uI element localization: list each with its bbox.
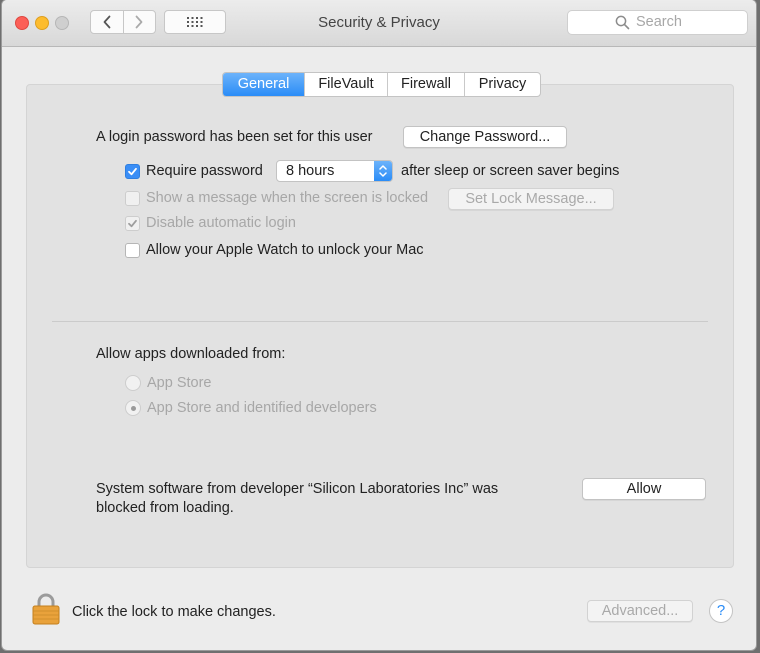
tab-general[interactable]: General	[223, 73, 304, 96]
tab-firewall[interactable]: Firewall	[387, 73, 464, 96]
search-field[interactable]: Search	[567, 10, 748, 35]
lock-text: Click the lock to make changes.	[72, 604, 276, 620]
blocked-software-text-line2: blocked from loading.	[96, 500, 234, 516]
blocked-software-text-line1: System software from developer “Silicon …	[96, 481, 499, 497]
require-password-delay-select[interactable]: 8 hours	[276, 160, 393, 182]
disable-auto-login-checkbox[interactable]	[125, 216, 140, 231]
tab-filevault[interactable]: FileVault	[304, 73, 387, 96]
lock-button[interactable]	[32, 593, 60, 629]
apple-watch-checkbox[interactable]	[125, 243, 140, 258]
search-placeholder: Search	[636, 14, 682, 30]
advanced-button[interactable]: Advanced...	[587, 600, 693, 622]
allow-button[interactable]: Allow	[582, 478, 706, 500]
require-password-label: Require password	[146, 163, 263, 179]
tab-privacy[interactable]: Privacy	[464, 73, 540, 96]
stepper-arrows-icon	[374, 161, 392, 181]
radio-app-store[interactable]	[125, 375, 141, 391]
search-icon	[615, 15, 630, 30]
preferences-window: Security & Privacy Search General FileVa…	[2, 0, 756, 650]
login-password-text: A login password has been set for this u…	[96, 129, 373, 145]
radio-identified-developers[interactable]	[125, 400, 141, 416]
change-password-button[interactable]: Change Password...	[403, 126, 567, 148]
apple-watch-label: Allow your Apple Watch to unlock your Ma…	[146, 242, 424, 258]
radio-app-store-label: App Store	[147, 375, 212, 391]
tab-bar: General FileVault Firewall Privacy	[222, 72, 541, 97]
show-message-checkbox[interactable]	[125, 191, 140, 206]
checkmark-icon	[128, 167, 137, 176]
require-password-checkbox[interactable]	[125, 164, 140, 179]
disable-auto-login-label: Disable automatic login	[146, 215, 296, 231]
title-bar: Security & Privacy Search	[2, 0, 756, 47]
lock-icon	[32, 593, 60, 625]
require-password-suffix: after sleep or screen saver begins	[401, 163, 620, 179]
show-message-label: Show a message when the screen is locked	[146, 190, 429, 206]
help-button[interactable]: ?	[709, 599, 733, 623]
checkmark-icon	[128, 219, 137, 228]
select-value: 8 hours	[286, 163, 335, 179]
allow-apps-heading: Allow apps downloaded from:	[96, 346, 286, 362]
radio-identified-developers-label: App Store and identified developers	[147, 400, 377, 416]
set-lock-message-button[interactable]: Set Lock Message...	[448, 188, 614, 210]
section-divider	[52, 321, 708, 322]
